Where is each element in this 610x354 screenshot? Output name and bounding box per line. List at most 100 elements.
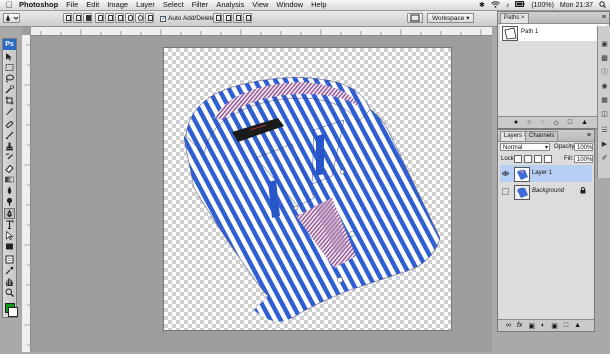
clock[interactable]: Mon 21:37 <box>560 2 593 9</box>
stroke-path-icon[interactable]: ○ <box>527 119 531 126</box>
ruler-horizontal[interactable] <box>31 27 492 36</box>
tab-paths[interactable]: Paths × <box>500 13 529 23</box>
eye-icon[interactable] <box>501 170 510 177</box>
visibility-toggle[interactable] <box>502 188 509 195</box>
healing-brush-tool-icon[interactable] <box>5 120 14 129</box>
fill-input[interactable]: 100% <box>574 155 593 163</box>
link-layers-icon[interactable]: ∞ <box>506 322 511 329</box>
panel-menu-icon[interactable]: ≡ <box>602 14 606 21</box>
lock-position-icon[interactable] <box>534 155 542 163</box>
adjustment-layer-icon[interactable]: ◐ <box>541 322 545 329</box>
pen-tool-button[interactable] <box>95 13 104 23</box>
background-color-swatch[interactable] <box>8 307 18 317</box>
move-tool-icon[interactable] <box>5 52 14 61</box>
layer-style-icon[interactable]: fx <box>517 322 522 329</box>
history-brush-tool-icon[interactable] <box>5 153 14 162</box>
menu-analysis[interactable]: Analysis <box>216 0 244 10</box>
tool-preset-picker[interactable] <box>3 13 20 23</box>
combine-mode-add-button[interactable] <box>213 13 222 23</box>
new-path-icon[interactable]: □ <box>568 119 572 126</box>
styles-icon[interactable]: ◫ <box>600 110 609 119</box>
spotlight-icon[interactable] <box>599 0 606 10</box>
type-tool-icon[interactable] <box>5 220 14 229</box>
info-icon[interactable]: ⓘ <box>600 68 609 77</box>
menu-edit[interactable]: Edit <box>86 0 99 10</box>
rectangle-shape-button[interactable] <box>115 13 124 23</box>
blur-tool-icon[interactable] <box>5 186 14 195</box>
close-icon[interactable]: × <box>521 15 525 21</box>
wifi-icon[interactable] <box>491 0 500 10</box>
ruler-vertical[interactable] <box>22 35 31 352</box>
quick-selection-tool-icon[interactable] <box>5 85 14 94</box>
crop-tool-icon[interactable] <box>5 96 14 105</box>
lock-all-icon[interactable] <box>544 155 552 163</box>
menu-filter[interactable]: Filter <box>192 0 209 10</box>
path-selection-tool-icon[interactable] <box>5 231 14 240</box>
layer-row[interactable]: Layer 1 <box>500 165 592 182</box>
menu-file[interactable]: File <box>66 0 78 10</box>
shape-layers-button[interactable] <box>63 13 72 23</box>
brush-tool-icon[interactable] <box>5 131 14 140</box>
zoom-tool-icon[interactable] <box>5 288 14 297</box>
swatches-icon[interactable]: ▦ <box>600 96 609 105</box>
menu-window[interactable]: Window <box>276 0 303 10</box>
panel-toggle-icon[interactable] <box>407 13 423 23</box>
opacity-input[interactable]: 100% <box>574 143 593 151</box>
add-mask-icon[interactable]: ▣ <box>528 322 535 330</box>
layer-row[interactable]: Background <box>500 183 592 200</box>
new-group-icon[interactable]: ▣ <box>551 322 558 330</box>
hand-tool-icon[interactable] <box>5 277 14 286</box>
pen-tool-icon[interactable] <box>4 208 15 219</box>
combine-mode-subtract-button[interactable] <box>223 13 232 23</box>
history-icon[interactable]: ☱ <box>600 126 609 135</box>
image-canvas[interactable] <box>164 48 451 330</box>
menu-help[interactable]: Help <box>311 0 326 10</box>
freeform-pen-button[interactable] <box>105 13 114 23</box>
menu-layer[interactable]: Layer <box>136 0 155 10</box>
navigator-icon[interactable]: ▣ <box>600 40 609 49</box>
rounded-rectangle-button[interactable] <box>125 13 134 23</box>
bluetooth-icon[interactable]: ✱ <box>479 1 485 9</box>
tab-channels[interactable]: Channels <box>525 131 559 141</box>
histogram-icon[interactable]: ▩ <box>600 54 609 63</box>
menu-image[interactable]: Image <box>107 0 128 10</box>
app-menu[interactable]: Photoshop <box>19 0 58 10</box>
eraser-tool-icon[interactable] <box>5 164 14 173</box>
eyedropper-tool-icon[interactable] <box>5 266 14 275</box>
lasso-tool-icon[interactable] <box>5 74 14 83</box>
clone-stamp-tool-icon[interactable] <box>5 142 14 151</box>
load-selection-icon[interactable]: ◌ <box>540 119 544 126</box>
polygon-shape-button[interactable] <box>145 13 154 23</box>
apple-icon[interactable]:  <box>5 1 13 10</box>
path-row[interactable]: Path 1 <box>500 24 607 41</box>
slice-tool-icon[interactable] <box>5 107 14 116</box>
lock-image-icon[interactable] <box>524 155 532 163</box>
dodge-tool-icon[interactable] <box>5 197 14 206</box>
notes-tool-icon[interactable] <box>5 255 14 264</box>
combine-mode-intersect-button[interactable] <box>233 13 242 23</box>
auto-add-delete-option[interactable]: ✓ Auto Add/Delete <box>160 14 215 23</box>
workspace-menu[interactable]: Workspace ▾ <box>427 13 475 23</box>
trash-icon[interactable]: ▲ <box>581 119 588 126</box>
menu-view[interactable]: View <box>252 0 268 10</box>
ellipse-shape-button[interactable] <box>135 13 144 23</box>
auto-add-delete-checkbox[interactable]: ✓ <box>160 15 166 22</box>
menu-select[interactable]: Select <box>163 0 184 10</box>
volume-icon[interactable]: ♪ <box>506 2 510 9</box>
brushes-icon[interactable]: ✐ <box>600 154 609 163</box>
marquee-tool-icon[interactable] <box>5 63 14 72</box>
trash-icon[interactable]: ▲ <box>574 322 581 329</box>
shape-tool-icon[interactable] <box>5 242 14 251</box>
make-work-path-icon[interactable]: ◇ <box>554 119 559 127</box>
lock-transparent-icon[interactable] <box>514 155 522 163</box>
panel-menu-icon[interactable]: ≡ <box>587 132 591 139</box>
blend-mode-select[interactable]: Normal ▾ <box>500 143 550 151</box>
combine-mode-exclude-button[interactable] <box>243 13 252 23</box>
color-icon[interactable]: ◉ <box>600 82 609 91</box>
paths-mode-button[interactable] <box>73 13 82 23</box>
ps-logo[interactable]: Ps <box>3 39 16 50</box>
battery-icon[interactable] <box>515 1 525 9</box>
gradient-tool-icon[interactable] <box>5 175 14 184</box>
fill-path-icon[interactable]: ● <box>514 119 518 126</box>
new-layer-icon[interactable]: □ <box>564 322 568 329</box>
